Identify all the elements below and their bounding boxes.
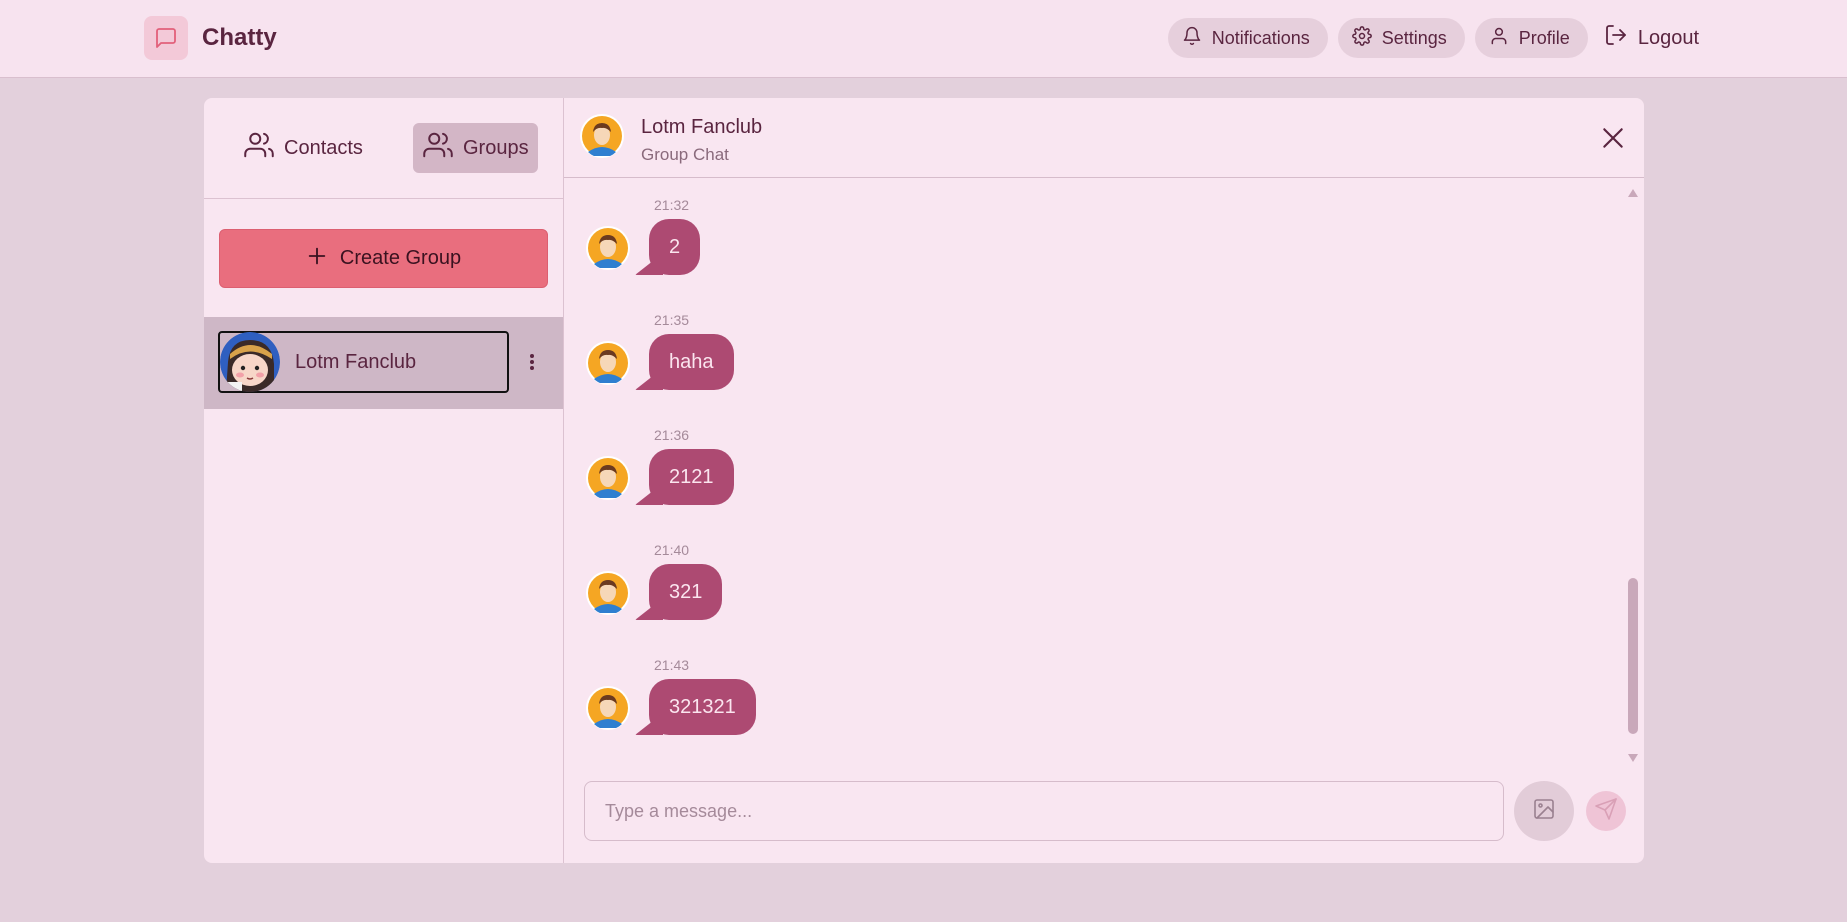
message: 21:32 2: [564, 179, 1364, 279]
logout-icon: [1604, 23, 1628, 53]
message-time: 21:35: [654, 312, 690, 328]
message: 21:35 haha: [564, 294, 1364, 394]
message-bubble: haha: [649, 334, 734, 390]
scroll-up-arrow-icon[interactable]: [1627, 185, 1639, 197]
user-icon: [1489, 26, 1509, 51]
send-icon: [1594, 797, 1618, 826]
avatar: [586, 226, 630, 270]
message-bubble: 321321: [649, 679, 756, 735]
profile-button[interactable]: Profile: [1474, 18, 1588, 58]
message-time: 21:40: [654, 542, 690, 558]
logout-button[interactable]: Logout: [1598, 18, 1705, 58]
notifications-label: Notifications: [1211, 27, 1310, 48]
message: 21:40 321: [564, 524, 1364, 624]
chat-header: Lotm Fanclub Group Chat: [564, 98, 1644, 178]
more-vertical-icon[interactable]: [522, 347, 542, 377]
avatar: [586, 341, 630, 385]
message: 21:43 321321: [564, 639, 1364, 739]
avatar: [586, 686, 630, 730]
image-icon: [1532, 797, 1556, 826]
message-input[interactable]: [584, 781, 1504, 841]
group-item-lotm-fanclub[interactable]: Lotm Fanclub: [218, 331, 509, 393]
close-icon[interactable]: [1600, 125, 1626, 151]
tab-contacts-label: Contacts: [284, 136, 363, 159]
message: 21:36 2121: [564, 409, 1364, 509]
tab-contacts[interactable]: Contacts: [234, 123, 384, 173]
message-time: 21:32: [654, 197, 690, 213]
gear-icon: [1351, 25, 1372, 51]
message-bubble: 2121: [649, 449, 734, 505]
sidebar: Contacts Groups Create Group Lotm Fanclu…: [204, 98, 564, 863]
send-button[interactable]: [1586, 791, 1626, 831]
tab-groups[interactable]: Groups: [413, 123, 538, 173]
tab-groups-label: Groups: [463, 136, 529, 159]
sidebar-tabs: Contacts Groups: [204, 98, 564, 199]
avatar: [586, 456, 630, 500]
logout-label: Logout: [1637, 26, 1699, 49]
message-list: 21:32 2 21:35 haha 21:36 2121 21:40 321 …: [564, 179, 1644, 769]
chat-subtitle: Group Chat: [641, 145, 729, 164]
group-name: Lotm Fanclub: [295, 350, 417, 373]
create-group-label: Create Group: [339, 247, 462, 269]
message-composer: [564, 781, 1644, 843]
scrollbar-thumb[interactable]: [1628, 578, 1638, 734]
message-bubble: 321: [649, 564, 723, 620]
users-icon: [423, 130, 453, 166]
top-bar: Chatty Notifications Settings Profile Lo…: [0, 0, 1847, 78]
top-nav: Notifications Settings Profile Logout: [1167, 18, 1705, 58]
profile-label: Profile: [1518, 27, 1570, 48]
brand[interactable]: Chatty: [144, 16, 277, 60]
chat-card: Contacts Groups Create Group Lotm Fanclu…: [204, 98, 1644, 863]
plus-icon: [306, 245, 328, 273]
scroll-down-arrow-icon[interactable]: [1627, 750, 1639, 762]
users-icon: [244, 130, 274, 166]
app-name: Chatty: [202, 24, 277, 51]
group-avatar: [220, 332, 280, 392]
settings-label: Settings: [1381, 27, 1447, 48]
chat-title: Lotm Fanclub: [641, 116, 763, 138]
attach-image-button[interactable]: [1514, 781, 1574, 841]
notifications-button[interactable]: Notifications: [1167, 18, 1328, 58]
avatar: [580, 114, 624, 158]
message-square-icon: [144, 16, 188, 60]
list-item: Lotm Fanclub: [204, 317, 563, 409]
scrollbar[interactable]: [1626, 185, 1640, 762]
create-group-button[interactable]: Create Group: [219, 229, 548, 288]
bell-icon: [1182, 26, 1202, 51]
message-time: 21:43: [654, 657, 690, 673]
message-time: 21:36: [654, 427, 690, 443]
message-bubble: 2: [649, 219, 701, 275]
avatar: [586, 571, 630, 615]
chat-panel: Lotm Fanclub Group Chat 21:32 2 21:35 ha…: [564, 98, 1644, 863]
settings-button[interactable]: Settings: [1337, 18, 1465, 58]
